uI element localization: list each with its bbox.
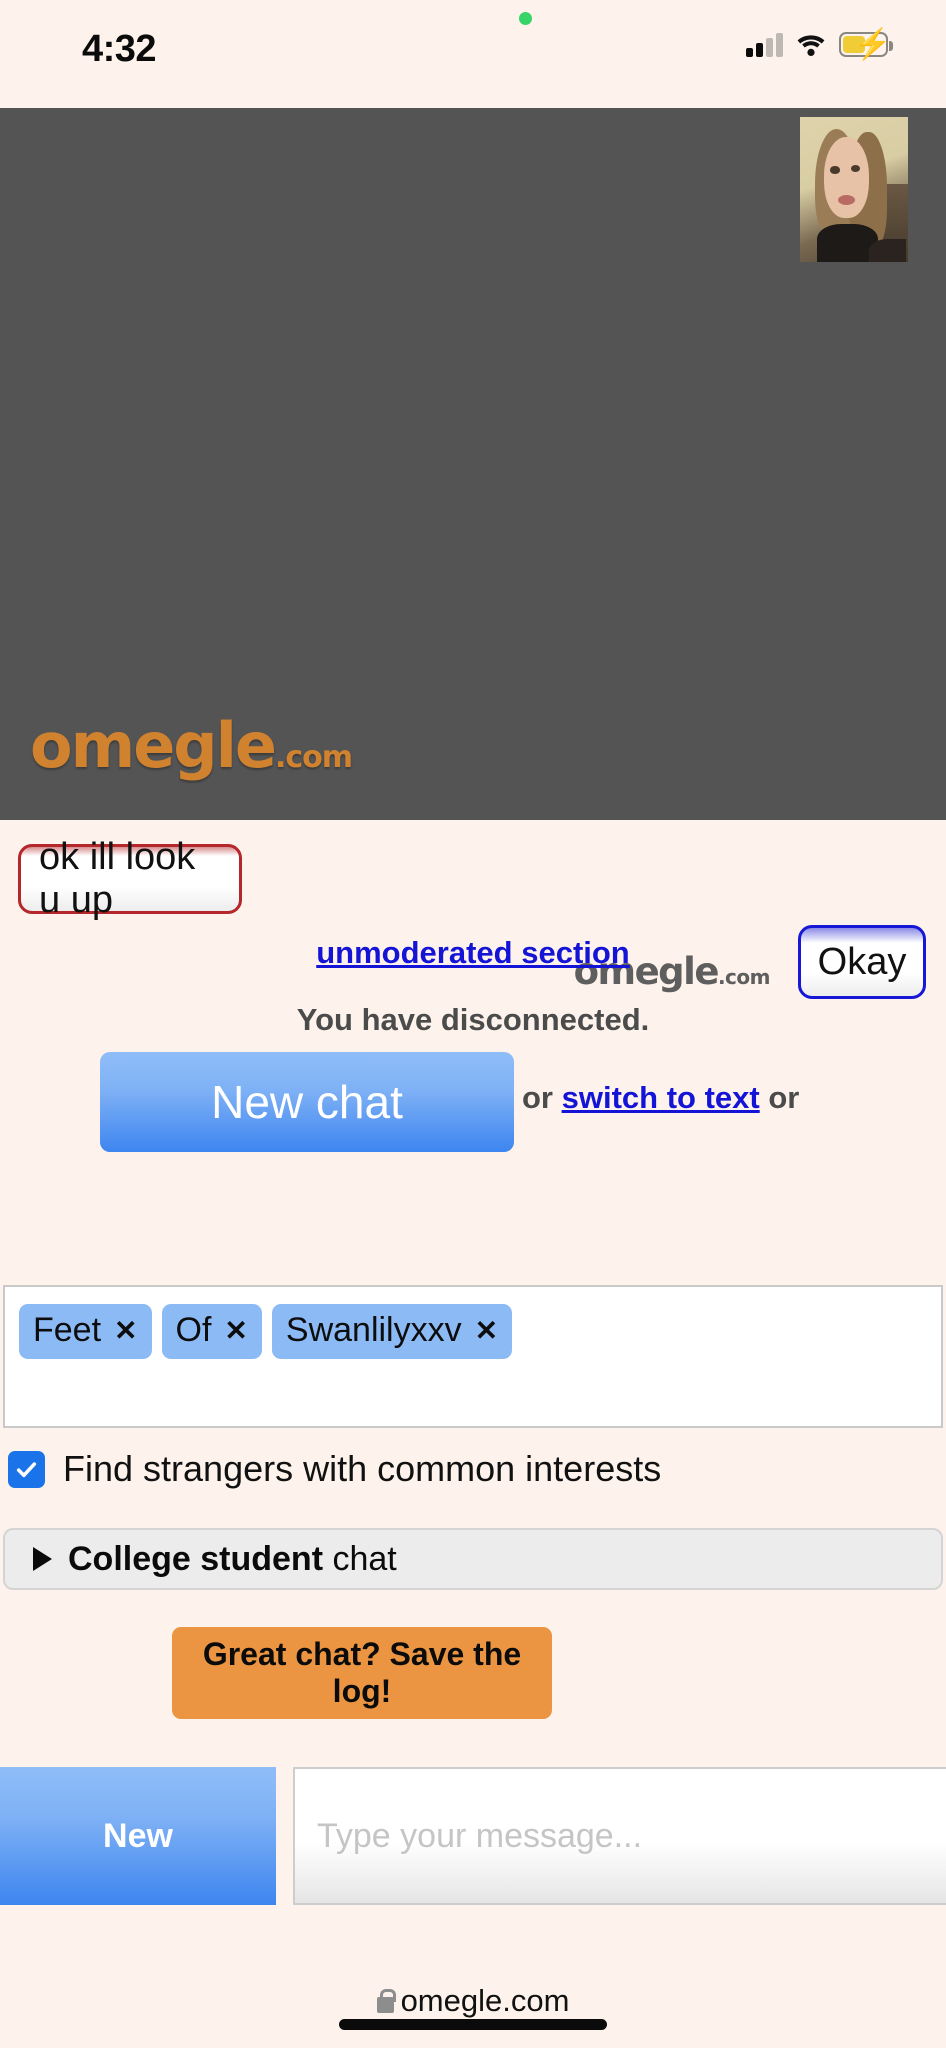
omegle-logo-word: omegle: [30, 709, 277, 782]
new-chat-button[interactable]: New chat: [100, 1052, 514, 1152]
unmoderated-section-row: unmoderated section: [0, 935, 946, 971]
interest-tag[interactable]: Swanlilyxxv ✕: [271, 1304, 513, 1359]
unmoderated-section-link[interactable]: unmoderated section: [316, 935, 630, 970]
message-composer: New: [0, 1767, 946, 1905]
disclosure-triangle-icon: [33, 1547, 52, 1571]
new-chat-row: New chat or switch to text or: [0, 1052, 946, 1152]
self-camera-preview[interactable]: [800, 117, 908, 262]
signal-bars-icon: [746, 32, 783, 57]
alternate-actions-text: or switch to text or: [522, 1080, 799, 1116]
lock-icon: [376, 1989, 397, 2013]
or-prefix-label: or: [522, 1080, 562, 1115]
stranger-message-text: ok ill look u up: [39, 836, 196, 921]
or-suffix-label: or: [759, 1080, 800, 1115]
college-student-chat-label: College student chat: [68, 1540, 397, 1579]
common-interests-checkbox[interactable]: [8, 1450, 45, 1488]
interest-tag-label: Feet: [33, 1311, 102, 1349]
interests-input-box[interactable]: Feet ✕ Of ✕ Swanlilyxxv ✕: [3, 1285, 943, 1428]
status-bar: 4:32 ⚡: [0, 0, 946, 108]
switch-to-text-link[interactable]: switch to text: [562, 1080, 760, 1115]
interest-tag-list: Feet ✕ Of ✕ Swanlilyxxv ✕: [5, 1287, 941, 1359]
college-student-bold-label: College student: [68, 1539, 324, 1578]
disconnect-status-text: You have disconnected.: [296, 1002, 650, 1037]
message-input[interactable]: [293, 1767, 946, 1905]
battery-charging-icon: ⚡: [839, 30, 893, 60]
url-text: omegle.com: [400, 1983, 570, 2018]
common-interests-row[interactable]: Find strangers with common interests: [8, 1448, 661, 1490]
omegle-logo-tld: .com: [274, 740, 353, 775]
new-chat-small-button[interactable]: New: [0, 1767, 276, 1905]
browser-footer: omegle.com: [0, 1905, 946, 2048]
interest-tag-label: Of: [175, 1311, 212, 1349]
interest-tag[interactable]: Feet ✕: [19, 1304, 152, 1359]
chat-log: ok ill look u up omegle.com Okay You hav…: [0, 820, 946, 1270]
wifi-icon: [795, 33, 827, 57]
recording-indicator-icon: [519, 12, 532, 25]
phone-screen: 4:32 ⚡ omegle.com ok ill look u up omegl…: [0, 0, 946, 2048]
checkmark-icon: [16, 1461, 37, 1477]
common-interests-label: Find strangers with common interests: [63, 1448, 662, 1489]
college-student-rest-label: chat: [323, 1539, 397, 1578]
status-bar-icons: ⚡: [746, 30, 893, 60]
url-bar[interactable]: omegle.com: [0, 1983, 946, 2019]
stranger-video-panel: omegle.com: [0, 108, 946, 820]
interest-tag-label: Swanlilyxxv: [285, 1311, 462, 1349]
status-bar-clock: 4:32: [82, 28, 157, 70]
remove-tag-icon[interactable]: ✕: [224, 1314, 247, 1347]
stranger-message-bubble: ok ill look u up: [18, 836, 242, 921]
college-student-chat-row[interactable]: College student chat: [3, 1528, 943, 1590]
home-indicator[interactable]: [339, 2019, 607, 2030]
interest-tag[interactable]: Of ✕: [161, 1304, 262, 1359]
remove-tag-icon[interactable]: ✕: [475, 1314, 498, 1347]
omegle-logo: omegle.com: [30, 709, 353, 782]
remove-tag-icon[interactable]: ✕: [114, 1314, 137, 1347]
save-log-button[interactable]: Great chat? Save the log!: [172, 1627, 552, 1719]
